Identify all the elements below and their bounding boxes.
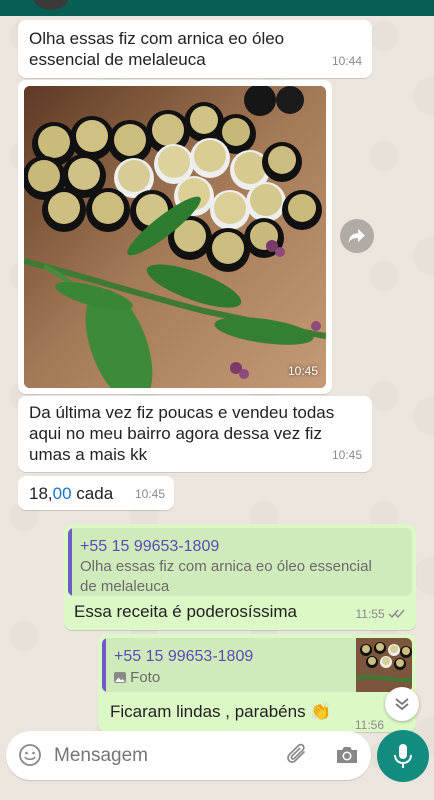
- message-time: 10:45: [331, 448, 362, 462]
- message-bubble-outgoing[interactable]: +55 15 99653-1809 Foto Ficaram lindas , …: [98, 634, 416, 732]
- message-bubble-incoming[interactable]: 18,00 cada 10:45: [18, 476, 174, 510]
- quote-bar: [102, 638, 106, 692]
- price-suffix: cada: [71, 484, 114, 503]
- camera-icon: [337, 747, 357, 763]
- double-check-icon: [388, 609, 405, 619]
- message-text: Olha essas fiz com arnica eo óleo essenc…: [29, 29, 285, 69]
- time-value: 11:55: [355, 607, 385, 621]
- quote-sender: +55 15 99653-1809: [80, 538, 220, 555]
- quote-bar: [68, 528, 72, 596]
- message-time: 11:55: [356, 604, 406, 625]
- message-bubble-outgoing[interactable]: +55 15 99653-1809 Olha essas fiz com arn…: [64, 524, 416, 630]
- camera-button[interactable]: [334, 743, 360, 767]
- quote-text: Foto: [114, 668, 160, 688]
- message-time: 10:45: [134, 487, 165, 501]
- avatar[interactable]: [34, 0, 68, 10]
- emoji-button[interactable]: [18, 743, 42, 767]
- message-time: 11:56: [354, 718, 384, 732]
- attach-icon: [287, 743, 305, 763]
- photo-message[interactable]: 10:45: [18, 80, 332, 394]
- message-text: 18,00 cada: [29, 483, 113, 504]
- message-time: 10:44: [331, 54, 362, 68]
- photo-image[interactable]: 10:45: [24, 86, 326, 388]
- message-text: Ficaram lindas , parabéns 👏: [110, 702, 332, 721]
- forward-button[interactable]: [340, 219, 374, 253]
- reply-quote[interactable]: +55 15 99653-1809 Foto: [102, 638, 412, 692]
- message-bubble-incoming[interactable]: Olha essas fiz com arnica eo óleo essenc…: [18, 20, 372, 78]
- forward-icon: [348, 229, 365, 243]
- chevron-down-icon: [395, 698, 409, 711]
- price-integer: 18,: [29, 484, 53, 503]
- quote-thumbnail: [356, 638, 412, 692]
- reply-quote[interactable]: +55 15 99653-1809 Olha essas fiz com arn…: [68, 528, 412, 596]
- message-composer: [6, 731, 371, 780]
- app-header: [0, 0, 434, 16]
- message-text: Essa receita é poderosíssima: [74, 602, 297, 621]
- scroll-to-bottom-button[interactable]: [385, 687, 419, 721]
- message-input[interactable]: [52, 741, 276, 771]
- mic-icon: [394, 744, 412, 768]
- message-time: 10:45: [287, 364, 318, 378]
- attach-button[interactable]: [286, 742, 310, 768]
- message-text: Da última vez fiz poucas e vendeu todas …: [29, 403, 335, 464]
- voice-record-button[interactable]: [377, 730, 429, 782]
- message-bubble-incoming[interactable]: Da última vez fiz poucas e vendeu todas …: [18, 396, 372, 472]
- photo-icon: [114, 672, 126, 683]
- photo-content: [24, 86, 326, 388]
- quote-photo-label: Foto: [130, 669, 161, 686]
- price-decimal-link[interactable]: 00: [53, 484, 72, 503]
- quote-text: Olha essas fiz com arnica eo óleo essenc…: [80, 558, 372, 595]
- emoji-icon: [19, 744, 41, 766]
- quote-sender: +55 15 99653-1809: [114, 648, 254, 665]
